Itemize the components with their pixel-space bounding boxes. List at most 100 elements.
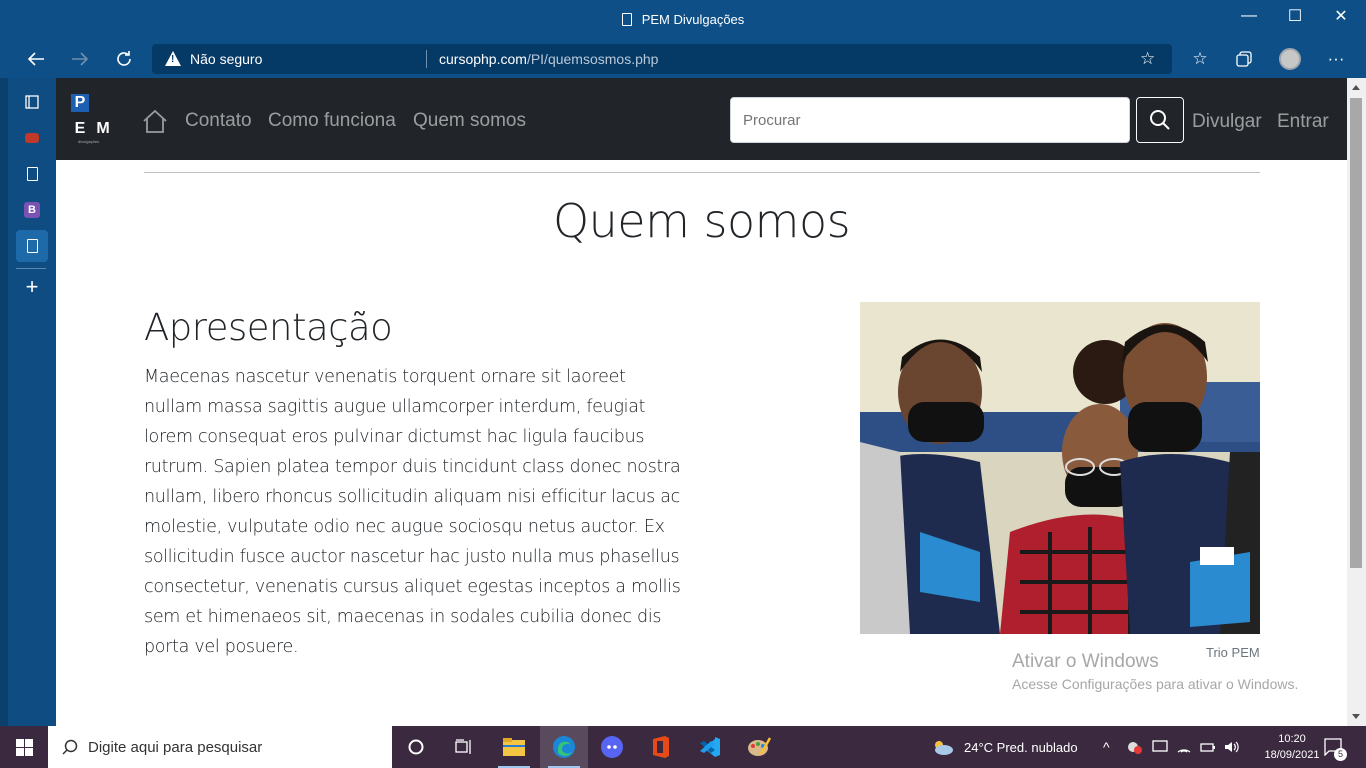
paint-icon	[748, 737, 771, 756]
tab-actions-button[interactable]	[16, 86, 48, 118]
search-button[interactable]	[1136, 97, 1184, 143]
scroll-up-icon[interactable]	[1352, 85, 1360, 90]
system-clock[interactable]: 10:20 18/09/2021	[1262, 731, 1322, 763]
search-input[interactable]	[730, 97, 1130, 143]
cortana-button[interactable]	[392, 726, 440, 768]
search-icon	[62, 739, 78, 755]
avatar	[1279, 48, 1301, 70]
forward-button[interactable]	[60, 40, 100, 78]
scrollbar-thumb[interactable]	[1350, 98, 1362, 568]
wifi-icon	[1177, 749, 1191, 753]
taskbar-vscode[interactable]	[686, 726, 734, 768]
discord-icon	[601, 736, 623, 758]
youtube-icon	[25, 133, 39, 143]
bootstrap-icon: B	[24, 202, 40, 218]
vertical-tabs-sidebar: B +	[0, 78, 56, 726]
sidebar-divider	[16, 268, 46, 269]
edge-icon	[553, 736, 575, 758]
tray-icons[interactable]	[1126, 726, 1240, 768]
arrow-left-icon	[27, 52, 44, 66]
page-icon	[26, 167, 38, 181]
volume-icon	[1225, 741, 1239, 753]
minimize-button[interactable]: —	[1226, 0, 1272, 32]
taskbar-paint[interactable]	[735, 726, 783, 768]
windows-taskbar: Digite aqui para pesquisar 24°C Pred. nu…	[0, 726, 1366, 768]
taskbar-file-explorer[interactable]	[490, 726, 538, 768]
taskbar-discord[interactable]	[588, 726, 636, 768]
security-label[interactable]: Não seguro	[190, 51, 262, 67]
tab-page[interactable]	[16, 158, 48, 190]
settings-menu-button[interactable]: ···	[1316, 40, 1356, 78]
divider	[144, 172, 1260, 173]
nav-link-contato[interactable]: Contato	[185, 110, 252, 132]
search-icon	[1150, 110, 1170, 130]
notification-badge: 5	[1334, 748, 1347, 761]
tab-youtube[interactable]	[16, 122, 48, 154]
home-icon[interactable]	[142, 108, 168, 134]
browser-toolbar: Não seguro cursophp.com/PI/quemsosmos.ph…	[0, 40, 1366, 78]
site-navbar: P E M divulgações Contato Como funciona …	[56, 78, 1347, 160]
window-title: PEM Divulgações	[0, 12, 1366, 27]
arrow-right-icon	[72, 52, 89, 66]
more-icon: ···	[1327, 49, 1345, 68]
section-title: Apresentação	[144, 306, 393, 349]
close-button[interactable]: ✕	[1318, 0, 1364, 32]
notification-center-button[interactable]: 5	[1324, 726, 1347, 768]
tab-bootstrap[interactable]: B	[16, 194, 48, 226]
profile-button[interactable]	[1270, 40, 1310, 78]
collections-icon	[1236, 51, 1252, 67]
refresh-button[interactable]	[104, 40, 144, 78]
plus-icon: +	[25, 274, 39, 299]
window-titlebar: PEM Divulgações — ☐ ✕	[0, 0, 1366, 40]
team-photo	[860, 302, 1260, 634]
address-bar[interactable]: Não seguro cursophp.com/PI/quemsosmos.ph…	[152, 44, 1172, 74]
favorites-icon: ☆	[1192, 49, 1208, 68]
cortana-icon	[408, 739, 424, 755]
site-logo[interactable]: P E M divulgações	[70, 94, 116, 144]
activation-watermark-title: Ativar o Windows	[1012, 651, 1159, 672]
network-error-icon	[1128, 742, 1142, 754]
task-view-icon	[455, 739, 471, 754]
task-view-button[interactable]	[440, 726, 488, 768]
web-page: P E M divulgações Contato Como funciona …	[56, 78, 1347, 726]
url-text[interactable]: cursophp.com/PI/quemsosmos.php	[439, 51, 658, 67]
chevron-up-icon: ^	[1103, 739, 1110, 755]
warning-icon	[165, 51, 181, 66]
vscode-icon	[700, 737, 720, 757]
nav-link-como-funciona[interactable]: Como funciona	[268, 110, 396, 132]
windows-icon	[15, 738, 33, 756]
taskbar-office[interactable]	[637, 726, 685, 768]
sidebar-edge	[0, 78, 8, 726]
taskbar-edge[interactable]	[540, 726, 588, 768]
back-button[interactable]	[16, 40, 56, 78]
photo-caption: Trio PEM	[1206, 645, 1260, 660]
collections-button[interactable]	[1224, 40, 1264, 78]
divulgar-link[interactable]: Divulgar	[1192, 111, 1262, 133]
battery-icon	[1200, 743, 1215, 752]
entrar-link[interactable]: Entrar	[1277, 111, 1329, 133]
page-title: Quem somos	[552, 194, 851, 248]
add-favorite-icon[interactable]: ☆	[1140, 49, 1155, 69]
page-icon	[26, 239, 38, 253]
folder-icon	[503, 738, 525, 756]
scroll-down-icon[interactable]	[1352, 714, 1360, 719]
favorites-button[interactable]: ☆	[1180, 40, 1220, 78]
tab-actions-icon	[25, 95, 39, 109]
activation-watermark-text: Acesse Configurações para ativar o Windo…	[1012, 676, 1299, 692]
address-separator	[426, 50, 427, 68]
office-icon	[653, 736, 669, 758]
new-tab-button[interactable]: +	[16, 271, 48, 303]
taskbar-search[interactable]: Digite aqui para pesquisar	[48, 726, 392, 768]
start-button[interactable]	[0, 726, 48, 768]
tab-active-page[interactable]	[16, 230, 48, 262]
refresh-icon	[117, 51, 131, 66]
maximize-button[interactable]: ☐	[1272, 0, 1318, 32]
nav-link-quem-somos[interactable]: Quem somos	[413, 110, 526, 132]
display-icon	[1152, 740, 1168, 752]
weather-widget[interactable]: 24°C Pred. nublado	[932, 726, 1078, 768]
section-paragraph: Maecenas nascetur venenatis torquent orn…	[144, 367, 681, 657]
cloud-sun-icon	[935, 741, 953, 755]
page-scrollbar[interactable]	[1347, 78, 1366, 726]
show-hidden-icons[interactable]: ^	[1103, 726, 1110, 768]
page-icon	[621, 13, 632, 26]
